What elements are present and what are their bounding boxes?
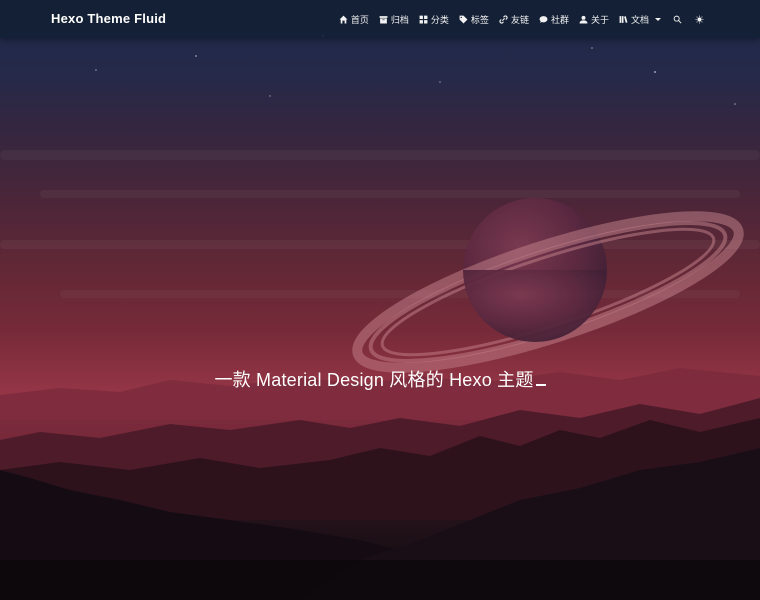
nav-item-home[interactable]: 首页 [339,13,369,26]
nav-item-tags[interactable]: 标签 [459,13,489,26]
nav-item-community[interactable]: 社群 [539,13,569,26]
category-icon [419,15,428,23]
search-button[interactable] [671,13,683,25]
nav-item-links[interactable]: 友链 [499,13,529,26]
link-icon [499,14,508,24]
sun-icon [695,15,703,23]
typing-cursor [535,384,546,386]
archive-icon [379,15,388,23]
tag-icon [459,15,468,23]
chevron-down-icon [655,17,661,21]
stars [95,34,736,105]
hero-illustration [0,34,760,600]
user-icon [579,15,588,23]
slogan-text: 一款 Material Design 风格的 Hexo 主题 [214,370,534,390]
home-icon [339,15,348,23]
hero-slogan: 一款 Material Design 风格的 Hexo 主题 [0,366,760,392]
nav-item-label: 文档 [630,14,649,25]
navbar: Hexo Theme Fluid 首页 归档 分类 标签 友链 社群 关于 文档 [0,0,760,38]
search-icon [673,15,681,23]
nav-item-category[interactable]: 分类 [419,13,449,26]
nav-item-label: 归档 [390,14,409,25]
theme-toggle-button[interactable] [693,13,705,25]
nav-item-label: 首页 [350,14,369,25]
chat-icon [539,15,548,23]
nav-item-label: 标签 [470,14,489,25]
nav-item-archive[interactable]: 归档 [379,13,409,26]
ground-shadow [0,560,760,600]
nav-item-docs[interactable]: 文档 [619,13,661,26]
nav-item-about[interactable]: 关于 [579,13,609,26]
nav-item-label: 分类 [430,14,449,25]
nav-menu: 首页 归档 分类 标签 友链 社群 关于 文档 [339,0,705,38]
nav-item-label: 关于 [590,14,609,25]
book-icon [619,15,628,23]
nav-item-label: 社群 [550,14,569,25]
brand-title[interactable]: Hexo Theme Fluid [51,11,166,26]
nav-item-label: 友链 [510,14,529,25]
page: Hexo Theme Fluid 首页 归档 分类 标签 友链 社群 关于 文档… [0,0,760,600]
